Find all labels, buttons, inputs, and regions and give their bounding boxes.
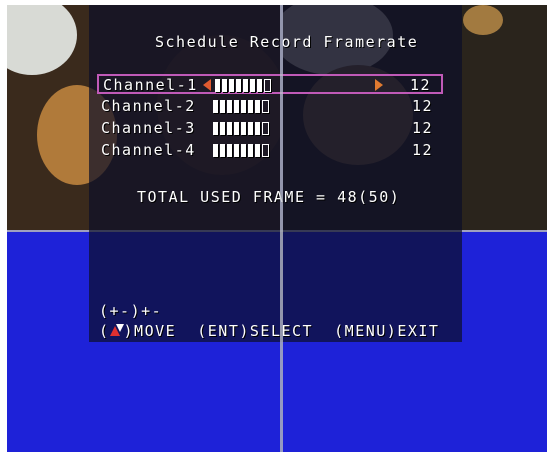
channel-row-4[interactable]: Channel-4 12: [97, 141, 443, 161]
channel-label: Channel-1: [103, 76, 198, 94]
feed-highlight: [7, 5, 77, 75]
framerate-menu: Schedule Record Framerate Channel-1 12 C…: [89, 5, 462, 342]
select-hint: (ENT)SELECT: [197, 322, 314, 340]
channel-row-3[interactable]: Channel-3 12: [97, 119, 443, 139]
menu-title: Schedule Record Framerate: [155, 33, 419, 51]
channel-label: Channel-2: [101, 97, 196, 115]
feed-shape: [463, 5, 503, 35]
channel-label: Channel-4: [101, 141, 196, 159]
total-used-frame: TOTAL USED FRAME = 48(50): [137, 188, 401, 206]
channel-label: Channel-3: [101, 119, 196, 137]
framerate-bar: [213, 144, 269, 157]
up-down-arrows-icon: [109, 324, 124, 338]
quad-divider-vertical: [280, 5, 283, 452]
channel-value: 12: [411, 141, 433, 159]
framerate-bar: [213, 100, 269, 113]
channel-value: 12: [411, 119, 433, 137]
adjust-hint: (+-)+-: [99, 302, 163, 320]
framerate-bar: [215, 79, 271, 92]
dvr-screen: Schedule Record Framerate Channel-1 12 C…: [7, 5, 547, 452]
navigation-hints: ( )MOVE (ENT)SELECT (MENU)EXIT: [99, 322, 439, 340]
exit-hint: (MENU)EXIT: [334, 322, 440, 340]
increase-arrow-icon[interactable]: [375, 79, 383, 91]
channel-row-2[interactable]: Channel-2 12: [97, 97, 443, 117]
move-hint: )MOVE: [123, 322, 177, 340]
move-open: (: [99, 322, 110, 340]
channel-value: 12: [411, 97, 433, 115]
channel-row-1[interactable]: Channel-1 12: [97, 74, 443, 94]
framerate-bar: [213, 122, 269, 135]
channel-value: 12: [409, 76, 431, 94]
decrease-arrow-icon[interactable]: [203, 79, 211, 91]
